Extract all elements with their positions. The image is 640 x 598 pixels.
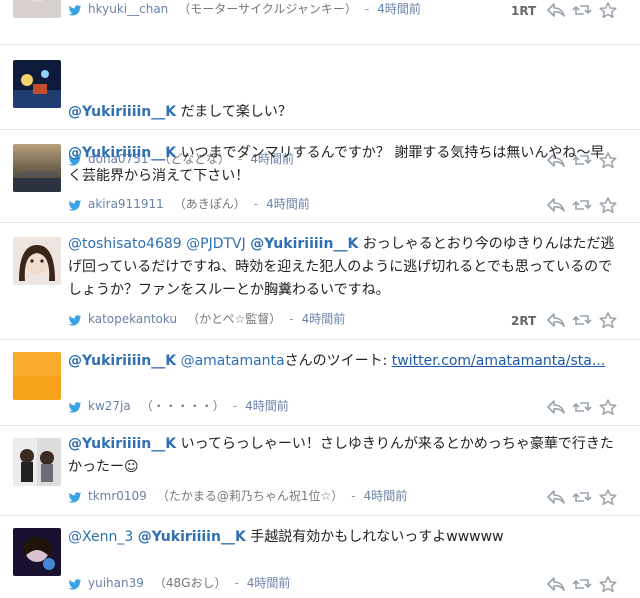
timestamp-link[interactable]: 4時間前 <box>364 489 408 503</box>
tweet-text: @Yukiriiiin__K @amatamantaさんのツイート: twitt… <box>68 350 616 373</box>
tweet-text: @Yukiriiiin__K だまして楽しい？ <box>68 101 616 124</box>
twitter-bird-icon <box>68 578 82 590</box>
user-avatar[interactable] <box>13 352 61 400</box>
mention-link[interactable]: @Yukiriiiin__K <box>68 436 176 452</box>
tweet-item: @Yukiriiiin__K @amatamantaさんのツイート: twitt… <box>0 340 640 426</box>
timestamp-link[interactable]: 4時間前 <box>377 2 421 16</box>
tweet-actions <box>546 311 618 329</box>
tweet-item: @toshisato4689 @PJDTVJ @Yukiriiiin__K おっ… <box>0 223 640 340</box>
mention-link[interactable]: @toshisato4689 <box>68 236 182 252</box>
display-name: （48Gおし） <box>153 576 227 590</box>
tweet-item: hkyuki__chan （モーターサイクルジャンキー） -4時間前 1RT <box>0 0 640 45</box>
reply-icon[interactable] <box>546 197 566 213</box>
meta-separator: - <box>253 197 259 211</box>
mention-link[interactable]: @Yukiriiiin__K <box>68 353 176 369</box>
reply-icon[interactable] <box>546 2 566 18</box>
twitter-bird-icon <box>68 491 82 503</box>
tweet-meta: yuihan39 （48Gおし） -4時間前 <box>68 574 290 592</box>
mention-link[interactable]: @Yukiriiiin__K <box>68 145 176 161</box>
meta-separator: - <box>351 489 356 503</box>
tweet-meta: kw27ja （・・・・・） -4時間前 <box>68 397 289 415</box>
username-link[interactable]: tkmr0109 <box>88 489 147 503</box>
mention-link[interactable]: @PJDTVJ <box>186 236 246 252</box>
meta-separator: - <box>234 576 239 590</box>
display-name: （かとぺ☆監督） <box>187 312 282 326</box>
tweet-item: @Xenn_3 @Yukiriiiin__K 手越説有効かもしれないっすよwww… <box>0 516 640 598</box>
display-name: （たかまる@莉乃ちゃん祝1位☆） <box>156 489 344 503</box>
retweet-icon[interactable] <box>572 399 592 415</box>
retweet-icon[interactable] <box>572 2 592 18</box>
star-icon[interactable] <box>598 489 618 505</box>
meta-separator: - <box>364 2 370 16</box>
retweet-icon[interactable] <box>572 197 592 213</box>
timestamp-link[interactable]: 4時間前 <box>302 312 346 326</box>
retweet-count: 1RT <box>511 4 537 18</box>
url-link[interactable]: twitter.com/amatamanta/sta... <box>392 353 605 369</box>
username-link[interactable]: hkyuki__chan <box>88 2 168 16</box>
display-name: （・・・・・） <box>140 399 225 413</box>
user-avatar[interactable] <box>13 60 61 108</box>
tweet-meta: tkmr0109 （たかまる@莉乃ちゃん祝1位☆） -4時間前 <box>68 487 407 505</box>
star-icon[interactable] <box>598 312 618 328</box>
tweet-meta: katopekantoku （かとぺ☆監督） -4時間前 <box>68 310 345 328</box>
timestamp-link[interactable]: 4時間前 <box>266 197 310 211</box>
reply-icon[interactable] <box>546 312 566 328</box>
tweet-item: @Yukiriiiin__K いつまでダンマリするんですか？ 謝罪する気持ちは無… <box>0 130 640 223</box>
username-link[interactable]: akira911911 <box>88 197 164 211</box>
twitter-bird-icon <box>68 314 82 326</box>
tweet-item: @Yukiriiiin__K だまして楽しい？ dona0751 （どなどな） -4時… <box>0 45 640 168</box>
star-icon[interactable] <box>598 576 618 592</box>
retweet-icon[interactable] <box>572 489 592 505</box>
username-link[interactable]: yuihan39 <box>88 576 144 590</box>
timestamp-link[interactable]: 4時間前 <box>245 399 289 413</box>
mention-link[interactable]: @Xenn_3 <box>68 529 133 545</box>
display-name: （あきぽん） <box>173 197 246 211</box>
twitter-bird-icon <box>68 4 82 16</box>
user-avatar[interactable] <box>13 0 61 18</box>
tweet-actions <box>546 1 618 19</box>
mention-link[interactable]: @Yukiriiiin__K <box>138 529 246 545</box>
meta-separator: - <box>232 399 238 413</box>
tweet-text: @Yukiriiiin__K いってらっしゃーい！さしゆきりんが来るとかめっちゃ… <box>68 433 616 479</box>
meta-separator: - <box>289 312 294 326</box>
tweet-text: @Xenn_3 @Yukiriiiin__K 手越説有効かもしれないっすよwww… <box>68 526 616 549</box>
mention-link[interactable]: @amatamanta <box>181 353 285 369</box>
user-avatar[interactable] <box>13 528 61 576</box>
tweet-actions <box>546 196 618 214</box>
user-avatar[interactable] <box>13 144 61 192</box>
tweet-text: @Yukiriiiin__K いつまでダンマリするんですか？ 謝罪する気持ちは無… <box>68 142 616 188</box>
tweet-actions <box>546 398 618 416</box>
star-icon[interactable] <box>598 2 618 18</box>
star-icon[interactable] <box>598 399 618 415</box>
user-avatar[interactable] <box>13 438 61 486</box>
twitter-bird-icon <box>68 199 82 211</box>
tweet-text-segment: だまして楽しい？ <box>176 104 292 120</box>
timestamp-link[interactable]: 4時間前 <box>247 576 291 590</box>
username-link[interactable]: kw27ja <box>88 399 131 413</box>
tweet-text-segment: 手越説有効かもしれないっすよwwwww <box>245 529 504 545</box>
user-avatar[interactable] <box>13 237 61 285</box>
star-icon[interactable] <box>598 197 618 213</box>
retweet-icon[interactable] <box>572 312 592 328</box>
twitter-bird-icon <box>68 401 82 413</box>
reply-icon[interactable] <box>546 489 566 505</box>
tweet-actions <box>546 575 618 593</box>
mention-link[interactable]: @Yukiriiiin__K <box>250 236 358 252</box>
retweet-icon[interactable] <box>572 576 592 592</box>
tweet-text-segment: さんのツイート: <box>284 353 392 369</box>
tweet-feed: hkyuki__chan （モーターサイクルジャンキー） -4時間前 1RT @Yuki… <box>0 0 640 598</box>
tweet-meta: hkyuki__chan （モーターサイクルジャンキー） -4時間前 <box>68 0 421 18</box>
tweet-text: @toshisato4689 @PJDTVJ @Yukiriiiin__K おっ… <box>68 233 616 302</box>
reply-icon[interactable] <box>546 576 566 592</box>
username-link[interactable]: katopekantoku <box>88 312 177 326</box>
tweet-meta: akira911911 （あきぽん） -4時間前 <box>68 195 310 213</box>
display-name: （モーターサイクルジャンキー） <box>178 2 357 16</box>
tweet-item: @Yukiriiiin__K いってらっしゃーい！さしゆきりんが来るとかめっちゃ… <box>0 426 640 516</box>
mention-link[interactable]: @Yukiriiiin__K <box>68 104 176 120</box>
reply-icon[interactable] <box>546 399 566 415</box>
retweet-count: 2RT <box>511 314 537 328</box>
tweet-actions <box>546 488 618 506</box>
